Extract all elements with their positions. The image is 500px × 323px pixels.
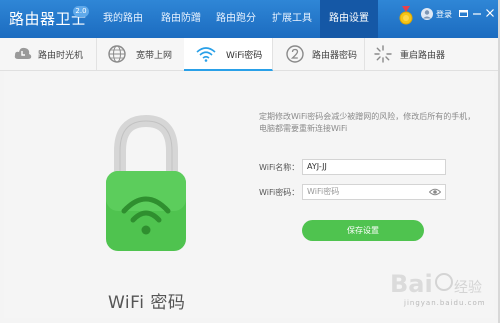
lock-caption: WiFi 密码 — [108, 293, 186, 313]
nav-item-speed-test[interactable]: 路由跑分 — [211, 0, 261, 38]
nav-item-anti-leech[interactable]: 路由防蹭 — [156, 0, 206, 38]
app-window: 路由器卫士 2.0 我的路由 路由防蹭 路由跑分 扩展工具 路由设置 登录 路由… — [0, 0, 500, 323]
tab-label: WiFi密码 — [226, 51, 263, 61]
svg-text:Bai: Bai — [390, 270, 433, 298]
skin-icon[interactable] — [459, 9, 468, 18]
restart-icon — [374, 45, 392, 63]
save-settings-button[interactable]: 保存设置 — [302, 220, 424, 241]
tab-label: 宽带上网 — [136, 51, 173, 61]
wifi-name-label: WiFi名称： — [259, 163, 300, 172]
tab-router-time-machine[interactable]: 路由时光机 — [0, 38, 97, 70]
wifi-password-label: WiFi密码： — [259, 188, 300, 197]
login-link[interactable]: 登录 — [436, 9, 452, 20]
sub-tab-bar: 路由时光机 宽带上网 WiFi密码 路由器密码 重启路由器 — [0, 38, 498, 71]
watermark-url: jingyan.baidu.com — [404, 299, 486, 307]
nav-item-tools[interactable]: 扩展工具 — [266, 0, 318, 38]
title-bar: 路由器卫士 2.0 我的路由 路由防蹭 路由跑分 扩展工具 路由设置 登录 — [0, 0, 498, 38]
tab-label: 路由时光机 — [38, 51, 84, 61]
router-password-icon — [286, 45, 304, 63]
close-icon[interactable] — [486, 9, 494, 18]
svg-text:经验: 经验 — [454, 280, 482, 296]
tab-restart-router[interactable]: 重启路由器 — [364, 38, 452, 70]
nav-item-my-router[interactable]: 我的路由 — [98, 0, 148, 38]
wifi-password-input[interactable]: WiFi密码 — [302, 184, 446, 200]
version-badge: 2.0 — [73, 6, 89, 17]
tab-broadband[interactable]: 宽带上网 — [96, 38, 185, 70]
minimize-icon[interactable] — [473, 9, 481, 18]
nav-item-router-settings[interactable]: 路由设置 — [320, 0, 378, 38]
wifi-name-input[interactable]: AYJ-JJ — [302, 159, 446, 175]
baidu-watermark-logo: Bai 经验 — [390, 270, 482, 298]
tab-label: 路由器密码 — [312, 51, 358, 61]
tab-wifi-password[interactable]: WiFi密码 — [184, 38, 273, 71]
cloud-clock-icon — [14, 47, 32, 59]
medal-icon[interactable] — [399, 6, 413, 26]
tab-router-password[interactable]: 路由器密码 — [272, 38, 365, 70]
user-avatar-icon[interactable] — [421, 8, 433, 20]
tab-label: 重启路由器 — [400, 51, 446, 61]
show-password-icon[interactable] — [429, 188, 441, 196]
security-tip: 定期修改WiFi密码会减少被蹭网的风险，修改后所有的手机，电脑都需要重新连接Wi… — [259, 112, 476, 133]
wifi-icon — [196, 47, 216, 62]
globe-icon — [108, 45, 126, 63]
wifi-lock-icon — [106, 115, 186, 251]
